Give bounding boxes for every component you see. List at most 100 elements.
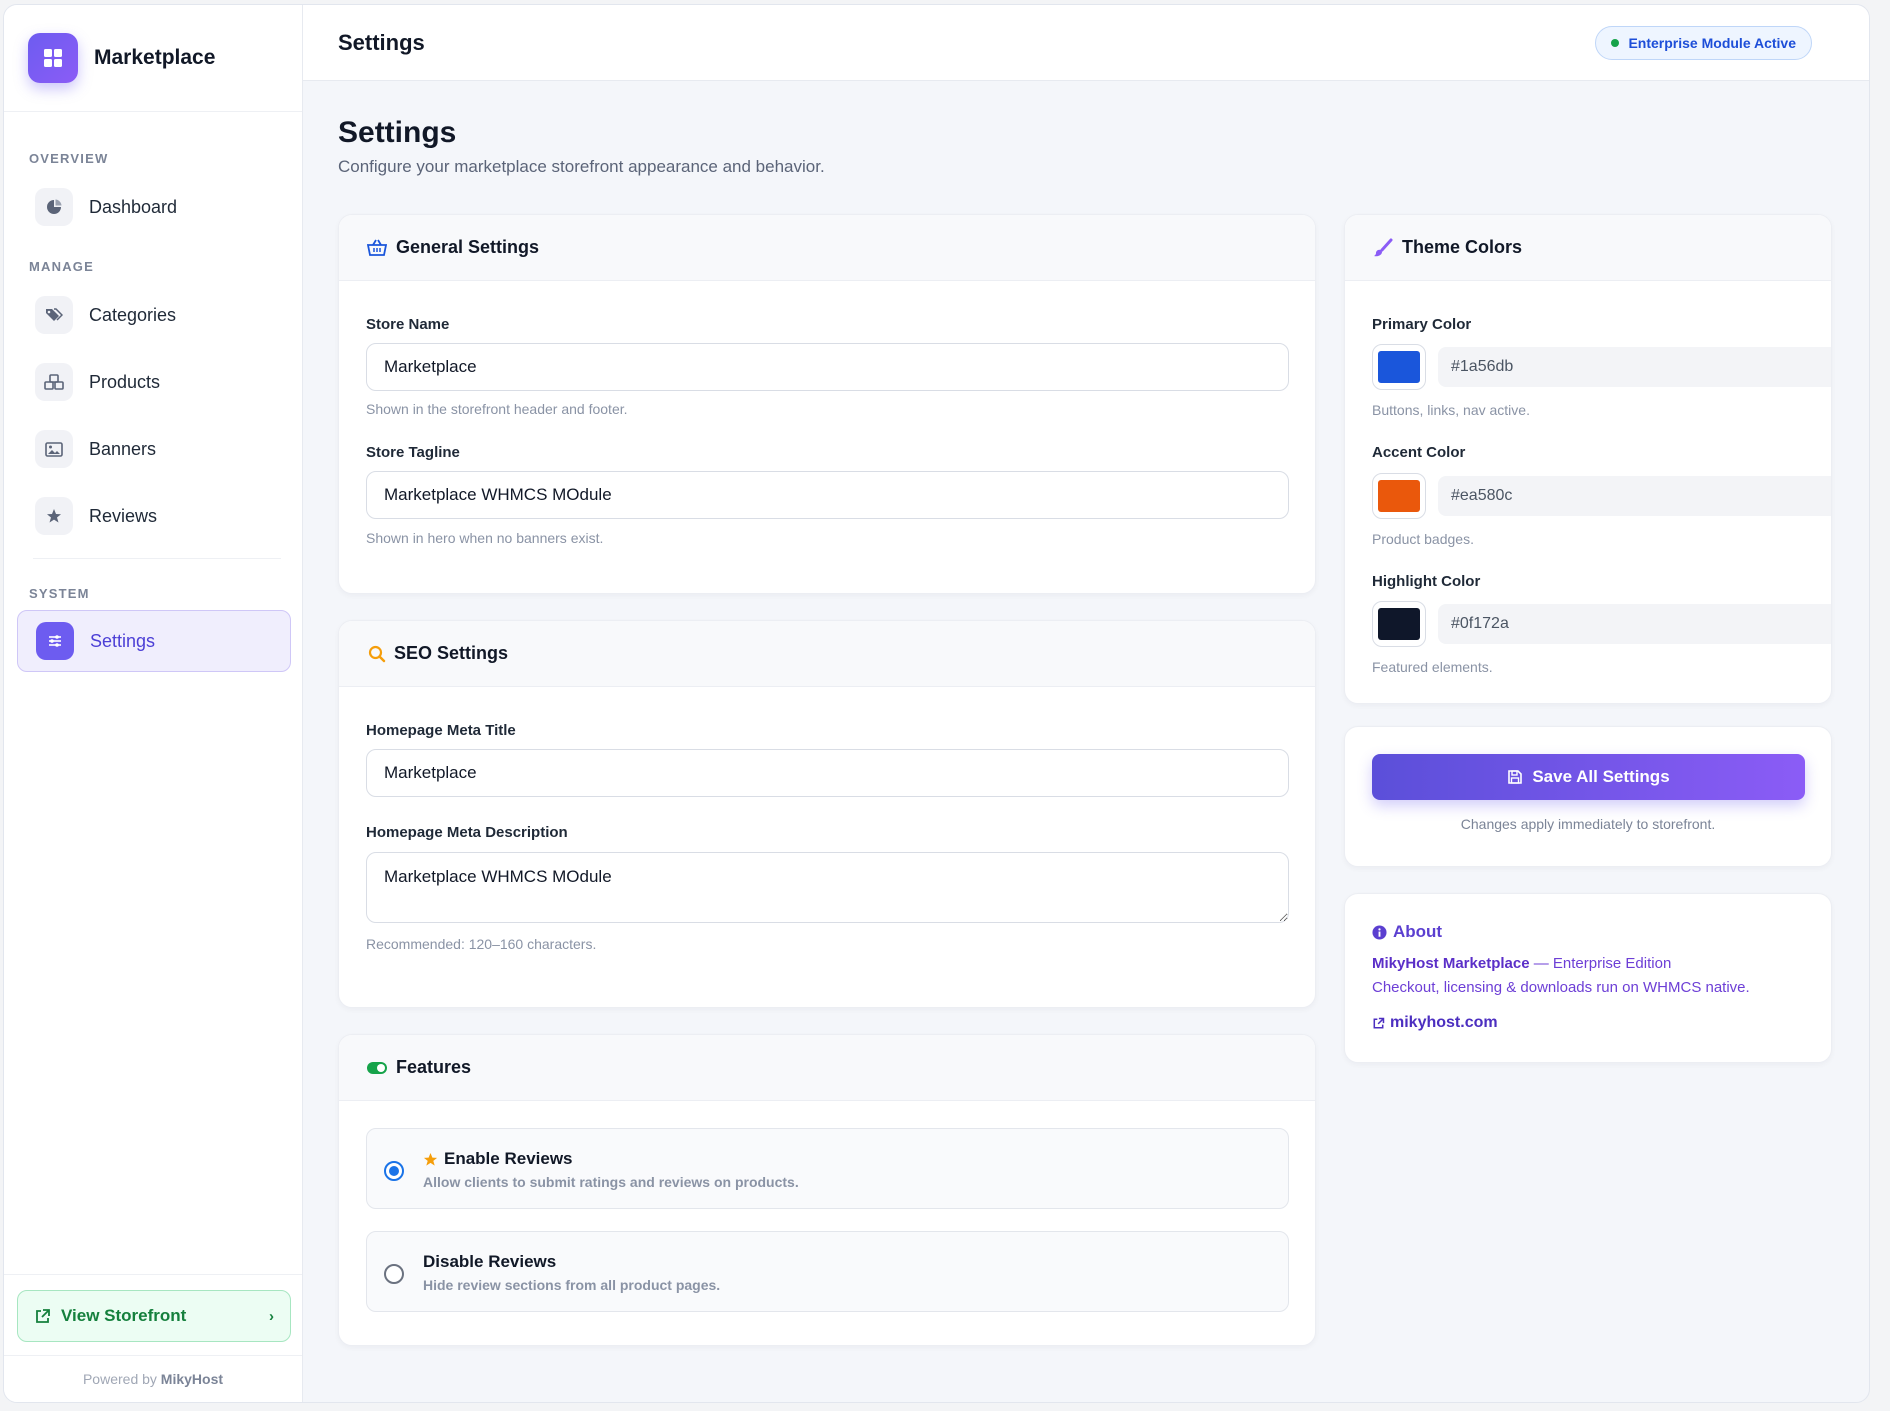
save-all-settings-button[interactable]: Save All Settings — [1372, 754, 1805, 800]
image-icon — [35, 430, 73, 468]
card-title: General Settings — [396, 237, 540, 257]
card-header: Theme Colors — [1345, 215, 1831, 281]
highlight-color-label: Highlight Color — [1372, 573, 1481, 590]
option-title: Enable Reviews — [423, 1149, 573, 1169]
sidebar-item-label: Products — [89, 371, 161, 392]
save-card: Save All Settings Changes apply immediat… — [1344, 726, 1832, 867]
topbar-title: Settings — [338, 29, 425, 55]
disable-reviews-radio[interactable] — [384, 1264, 404, 1284]
accent-color-picker[interactable] — [1372, 473, 1426, 519]
card-header: Features — [339, 1035, 1315, 1101]
card-title: Features — [396, 1057, 472, 1077]
accent-color-input[interactable] — [1438, 476, 1831, 516]
meta-description-textarea[interactable]: Marketplace WHMCS MOdule — [366, 852, 1289, 923]
paint-brush-icon — [1372, 237, 1394, 259]
app-window: Marketplace OVERVIEW Dashboard MANAGE Ca… — [3, 4, 1870, 1403]
save-note: Changes apply immediately to storefront. — [1460, 816, 1716, 832]
brand-name: Marketplace — [94, 46, 216, 69]
store-name-input[interactable] — [366, 343, 1289, 391]
info-icon — [1372, 924, 1387, 940]
sidebar-item-label: Categories — [89, 304, 177, 325]
brand: Marketplace — [4, 5, 302, 112]
sidebar-item-label: Reviews — [89, 505, 158, 526]
nav-section-overview: OVERVIEW — [29, 151, 109, 166]
option-title: Disable Reviews — [423, 1252, 556, 1272]
highlight-color-hint: Featured elements. — [1372, 659, 1493, 675]
page-subtitle: Configure your marketplace storefront ap… — [338, 157, 825, 176]
accent-color-swatch — [1378, 480, 1420, 512]
powered-by: Powered by MikyHost — [4, 1371, 302, 1387]
highlight-color-swatch — [1378, 608, 1420, 640]
meta-title-label: Homepage Meta Title — [366, 722, 516, 739]
option-title-label: Enable Reviews — [444, 1149, 573, 1168]
store-name-label: Store Name — [366, 316, 450, 333]
card-title: Theme Colors — [1402, 237, 1523, 257]
external-link-icon — [1372, 1017, 1385, 1030]
sidebar-item-reviews[interactable]: Reviews — [17, 485, 291, 547]
star-icon — [35, 497, 73, 535]
grid-icon[interactable] — [28, 33, 78, 83]
about-title-label: About — [1393, 922, 1443, 941]
view-storefront-button[interactable]: View Storefront › — [17, 1290, 291, 1342]
topbar: Settings Enterprise Module Active — [303, 5, 1869, 81]
store-name-hint: Shown in the storefront header and foote… — [366, 401, 628, 417]
store-tagline-hint: Shown in hero when no banners exist. — [366, 530, 604, 546]
card-title: SEO Settings — [394, 643, 509, 663]
sidebar-item-settings[interactable]: Settings — [17, 610, 291, 672]
seo-settings-card: SEO Settings Homepage Meta Title Homepag… — [338, 620, 1316, 1008]
pie-chart-icon — [35, 188, 73, 226]
general-settings-card: General Settings Store Name Shown in the… — [338, 214, 1316, 594]
card-header: SEO Settings — [339, 621, 1315, 687]
mikyhost-link-label: mikyhost.com — [1390, 1014, 1498, 1031]
main-content: Settings Enterprise Module Active Settin… — [303, 5, 1869, 1402]
cubes-icon — [35, 363, 73, 401]
powered-by-brand: MikyHost — [160, 1371, 224, 1387]
sidebar-item-label: Settings — [90, 630, 156, 651]
sidebar-footer: View Storefront › Powered by MikyHost — [4, 1274, 302, 1402]
option-description: Allow clients to submit ratings and revi… — [423, 1174, 799, 1190]
sidebar-item-banners[interactable]: Banners — [17, 418, 291, 480]
primary-color-hint: Buttons, links, nav active. — [1372, 402, 1530, 418]
enable-reviews-option[interactable]: Enable Reviews Allow clients to submit r… — [366, 1128, 1289, 1209]
store-tagline-label: Store Tagline — [366, 444, 460, 461]
about-edition-label: — Enterprise Edition — [1529, 955, 1672, 972]
save-button-label: Save All Settings — [1532, 767, 1670, 786]
accent-color-hint: Product badges. — [1372, 531, 1474, 547]
nav-section-manage: MANAGE — [29, 259, 94, 274]
meta-title-input[interactable] — [366, 749, 1289, 797]
disable-reviews-option[interactable]: Disable Reviews Hide review sections fro… — [366, 1231, 1289, 1312]
nav-divider — [33, 558, 281, 559]
sidebar-item-categories[interactable]: Categories — [17, 284, 291, 346]
primary-color-input[interactable] — [1438, 347, 1831, 387]
highlight-color-picker[interactable] — [1372, 601, 1426, 647]
nav-section-system: SYSTEM — [29, 586, 90, 601]
primary-color-swatch — [1378, 351, 1420, 383]
option-description: Hide review sections from all product pa… — [423, 1277, 721, 1293]
mikyhost-link[interactable]: mikyhost.com — [1372, 1014, 1498, 1032]
footer-divider — [4, 1355, 302, 1356]
option-title-label: Disable Reviews — [423, 1252, 557, 1271]
tags-icon — [35, 296, 73, 334]
about-title: About — [1372, 922, 1442, 942]
primary-color-label: Primary Color — [1372, 316, 1472, 333]
highlight-color-input[interactable] — [1438, 604, 1831, 644]
external-link-icon — [34, 1308, 51, 1325]
sidebar-item-dashboard[interactable]: Dashboard — [17, 176, 291, 238]
view-storefront-label: View Storefront — [61, 1306, 187, 1325]
store-tagline-input[interactable] — [366, 471, 1289, 519]
accent-color-label: Accent Color — [1372, 444, 1466, 461]
about-description: Checkout, licensing & downloads run on W… — [1372, 979, 1750, 996]
card-header: General Settings — [339, 215, 1315, 281]
enable-reviews-radio[interactable] — [384, 1161, 404, 1181]
status-dot-icon — [1611, 38, 1620, 47]
sidebar-item-products[interactable]: Products — [17, 351, 291, 413]
meta-description-hint: Recommended: 120–160 characters. — [366, 936, 597, 952]
search-icon — [366, 643, 388, 665]
primary-color-picker[interactable] — [1372, 344, 1426, 390]
page-title: Settings — [338, 116, 457, 149]
toggle-on-icon — [366, 1057, 388, 1079]
sidebar-item-label: Dashboard — [89, 196, 178, 217]
basket-icon — [366, 237, 388, 259]
about-product-name: MikyHost Marketplace — [1372, 955, 1530, 972]
about-edition: MikyHost Marketplace — Enterprise Editio… — [1372, 955, 1671, 972]
